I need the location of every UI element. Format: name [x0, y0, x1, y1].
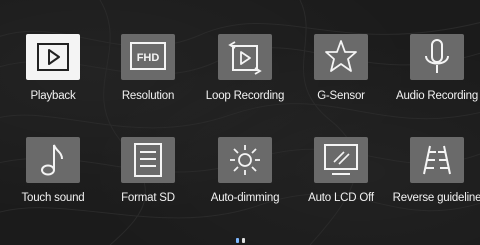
menu-item-touch-sound[interactable]: Touch sound: [5, 137, 101, 237]
loop-recording-icon: [218, 34, 272, 80]
menu-item-loop-recording[interactable]: Loop Recording: [197, 34, 293, 134]
menu-item-label: Resolution: [121, 90, 175, 102]
page-indicator-dot: [242, 238, 245, 243]
menu-item-format-sd[interactable]: Format SD: [100, 137, 196, 237]
menu-item-label: Auto LCD Off: [308, 192, 374, 204]
g-sensor-star-icon: [314, 34, 368, 80]
fhd-icon: FHD: [121, 34, 175, 80]
menu-item-label: Playback: [30, 90, 76, 102]
menu-item-reverse-guideline[interactable]: Reverse guideline: [389, 137, 480, 237]
playback-icon: [26, 34, 80, 80]
menu-item-label: Reverse guideline: [392, 192, 480, 204]
music-note-icon: [26, 137, 80, 183]
menu-item-g-sensor[interactable]: G-Sensor: [293, 34, 389, 134]
microphone-icon: [410, 34, 464, 80]
lcd-off-icon: [314, 137, 368, 183]
page-indicator-dot: [236, 238, 239, 243]
menu-item-label: Auto-dimming: [210, 192, 280, 204]
menu-item-auto-dimming[interactable]: Auto-dimming: [197, 137, 293, 237]
reverse-guideline-icon: [410, 137, 464, 183]
menu-item-audio-recording[interactable]: Audio Recording: [389, 34, 480, 134]
menu-item-label: Touch sound: [21, 192, 85, 204]
settings-menu-screen: Playback FHD Resolution Loop Recording G…: [0, 0, 480, 245]
menu-item-auto-lcd-off[interactable]: Auto LCD Off: [293, 137, 389, 237]
menu-item-label: Audio Recording: [395, 90, 479, 102]
menu-item-resolution[interactable]: FHD Resolution: [100, 34, 196, 134]
menu-item-playback[interactable]: Playback: [5, 34, 101, 134]
menu-item-label: Format SD: [121, 192, 175, 204]
menu-item-label: Loop Recording: [205, 90, 285, 102]
format-sd-icon: [121, 137, 175, 183]
menu-item-label: G-Sensor: [317, 90, 365, 102]
fhd-badge-text: FHD: [137, 52, 160, 64]
brightness-icon: [218, 137, 272, 183]
